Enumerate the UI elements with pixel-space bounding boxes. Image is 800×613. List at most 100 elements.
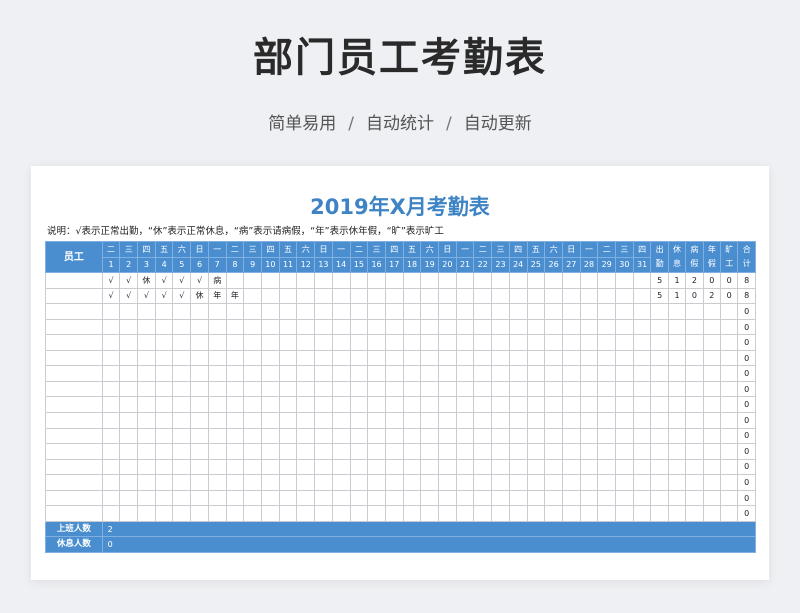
attendance-cell[interactable]: √	[101, 287, 121, 305]
attendance-cell[interactable]	[473, 474, 493, 491]
attendance-cell[interactable]	[172, 427, 192, 445]
attendance-cell[interactable]	[296, 365, 316, 382]
attendance-cell[interactable]	[579, 334, 599, 351]
attendance-cell[interactable]	[137, 505, 156, 522]
attendance-cell[interactable]	[225, 334, 245, 351]
attendance-cell[interactable]	[632, 474, 652, 491]
attendance-cell[interactable]	[154, 303, 174, 320]
attendance-cell[interactable]: √	[119, 287, 139, 305]
attendance-cell[interactable]	[579, 412, 599, 429]
attendance-cell[interactable]	[632, 349, 652, 367]
attendance-cell[interactable]	[260, 272, 280, 289]
attendance-cell[interactable]	[491, 474, 510, 491]
attendance-cell[interactable]	[314, 365, 333, 382]
attendance-cell[interactable]	[296, 427, 316, 445]
attendance-cell[interactable]	[367, 272, 386, 289]
attendance-cell[interactable]	[137, 318, 156, 336]
attendance-cell[interactable]	[473, 489, 493, 507]
attendance-cell[interactable]	[172, 365, 192, 382]
attendance-cell[interactable]	[526, 505, 546, 522]
employee-name-cell[interactable]	[45, 287, 103, 305]
attendance-cell[interactable]	[137, 396, 156, 414]
attendance-cell[interactable]	[207, 427, 227, 445]
attendance-cell[interactable]	[438, 334, 457, 351]
attendance-cell[interactable]	[455, 427, 475, 445]
attendance-cell[interactable]	[544, 349, 563, 367]
attendance-cell[interactable]	[615, 443, 634, 460]
attendance-cell[interactable]	[420, 287, 440, 305]
attendance-cell[interactable]	[278, 489, 298, 507]
attendance-cell[interactable]	[544, 318, 563, 336]
attendance-cell[interactable]	[438, 458, 457, 476]
attendance-cell[interactable]	[384, 303, 404, 320]
attendance-cell[interactable]	[101, 412, 121, 429]
attendance-cell[interactable]	[455, 365, 475, 382]
attendance-cell[interactable]	[544, 365, 563, 382]
attendance-cell[interactable]	[314, 349, 333, 367]
attendance-cell[interactable]	[119, 474, 139, 491]
attendance-cell[interactable]	[384, 334, 404, 351]
attendance-cell[interactable]	[296, 334, 316, 351]
attendance-cell[interactable]	[190, 303, 209, 320]
employee-name-cell[interactable]	[45, 303, 103, 320]
attendance-cell[interactable]	[597, 318, 617, 336]
attendance-cell[interactable]	[579, 396, 599, 414]
attendance-cell[interactable]	[597, 505, 617, 522]
attendance-cell[interactable]	[455, 287, 475, 305]
attendance-cell[interactable]	[278, 412, 298, 429]
attendance-cell[interactable]	[526, 365, 546, 382]
attendance-cell[interactable]	[455, 458, 475, 476]
attendance-cell[interactable]	[137, 427, 156, 445]
attendance-cell[interactable]	[260, 303, 280, 320]
attendance-cell[interactable]	[384, 474, 404, 491]
attendance-cell[interactable]	[137, 365, 156, 382]
attendance-cell[interactable]	[508, 505, 528, 522]
attendance-cell[interactable]	[225, 412, 245, 429]
attendance-cell[interactable]	[579, 303, 599, 320]
attendance-cell[interactable]	[349, 505, 369, 522]
attendance-cell[interactable]	[172, 505, 192, 522]
attendance-cell[interactable]	[119, 412, 139, 429]
attendance-cell[interactable]	[384, 287, 404, 305]
attendance-cell[interactable]	[190, 396, 209, 414]
attendance-cell[interactable]	[508, 443, 528, 460]
attendance-cell[interactable]	[579, 287, 599, 305]
attendance-cell[interactable]	[455, 505, 475, 522]
attendance-cell[interactable]	[260, 349, 280, 367]
attendance-cell[interactable]	[508, 427, 528, 445]
attendance-cell[interactable]	[402, 458, 422, 476]
attendance-cell[interactable]	[632, 287, 652, 305]
attendance-cell[interactable]	[544, 489, 563, 507]
attendance-cell[interactable]	[508, 380, 528, 398]
attendance-cell[interactable]	[438, 349, 457, 367]
attendance-cell[interactable]	[101, 318, 121, 336]
attendance-cell[interactable]	[473, 303, 493, 320]
attendance-cell[interactable]	[526, 427, 546, 445]
attendance-cell[interactable]	[473, 427, 493, 445]
attendance-cell[interactable]	[632, 380, 652, 398]
attendance-cell[interactable]	[544, 334, 563, 351]
attendance-cell[interactable]	[243, 427, 262, 445]
attendance-cell[interactable]	[278, 365, 298, 382]
attendance-cell[interactable]	[597, 489, 617, 507]
attendance-cell[interactable]	[473, 334, 493, 351]
attendance-cell[interactable]	[225, 303, 245, 320]
attendance-cell[interactable]	[367, 318, 386, 336]
attendance-cell[interactable]	[615, 334, 634, 351]
employee-name-cell[interactable]	[45, 334, 103, 351]
attendance-cell[interactable]	[632, 396, 652, 414]
attendance-cell[interactable]	[420, 489, 440, 507]
attendance-cell[interactable]	[314, 272, 333, 289]
attendance-cell[interactable]	[473, 443, 493, 460]
attendance-cell[interactable]	[561, 365, 581, 382]
attendance-cell[interactable]	[137, 303, 156, 320]
attendance-cell[interactable]	[402, 443, 422, 460]
attendance-cell[interactable]	[526, 349, 546, 367]
attendance-cell[interactable]	[615, 505, 634, 522]
attendance-cell[interactable]	[278, 318, 298, 336]
attendance-cell[interactable]	[473, 380, 493, 398]
attendance-cell[interactable]	[172, 458, 192, 476]
attendance-cell[interactable]	[137, 489, 156, 507]
attendance-cell[interactable]	[367, 287, 386, 305]
attendance-cell[interactable]	[331, 412, 351, 429]
